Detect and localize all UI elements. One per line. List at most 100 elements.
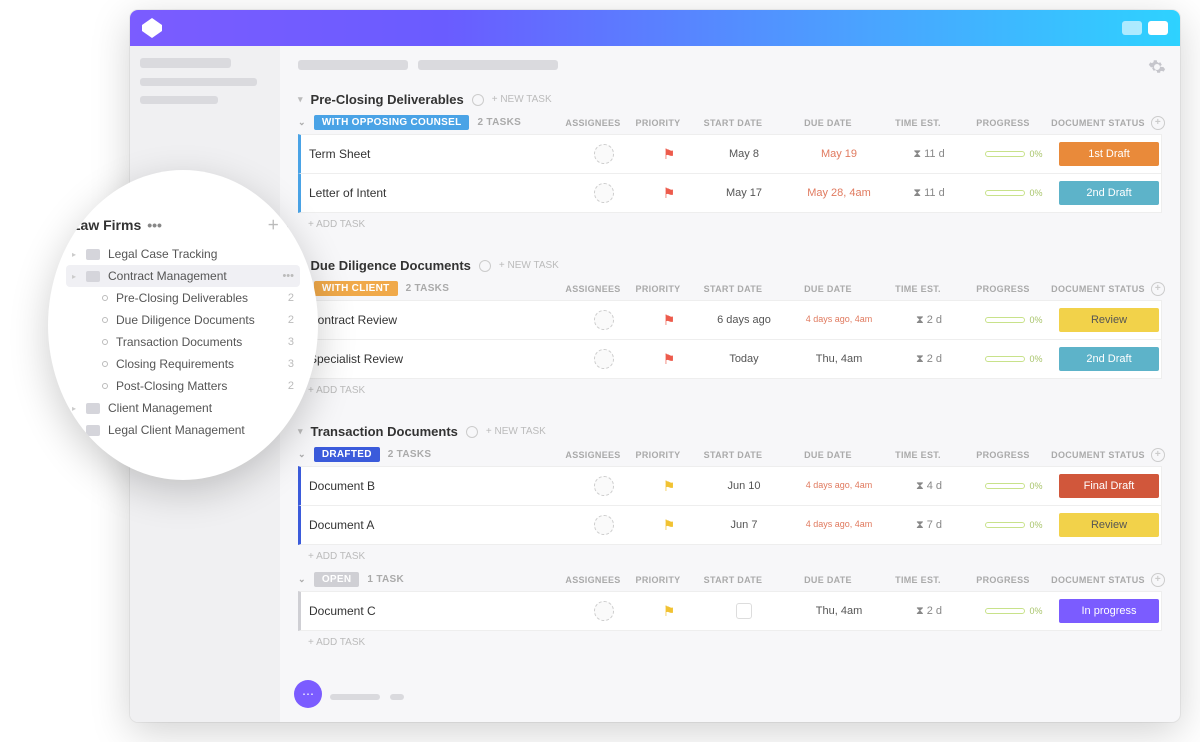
status-badge[interactable]: WITH CLIENT xyxy=(314,281,398,296)
priority-flag-icon[interactable]: ⚑ xyxy=(639,517,699,534)
document-status[interactable]: In progress xyxy=(1059,599,1159,623)
time-estimate[interactable]: ⧗ 11 d xyxy=(889,148,969,161)
add-task-button[interactable]: + ADD TASK xyxy=(298,379,1162,402)
priority-flag-icon[interactable]: ⚑ xyxy=(639,312,699,329)
task-row[interactable]: Specialist Review ⚑ Today Thu, 4am ⧗ 2 d… xyxy=(298,340,1162,379)
assignee-placeholder-icon[interactable] xyxy=(594,515,614,535)
task-row[interactable]: Letter of Intent ⚑ May 17 May 28, 4am ⧗ … xyxy=(298,174,1162,213)
task-row[interactable]: Contract Review ⚑ 6 days ago 4 days ago,… xyxy=(298,300,1162,340)
assignee-placeholder-icon[interactable] xyxy=(594,144,614,164)
progress[interactable]: 0% xyxy=(969,315,1059,325)
more-icon[interactable]: ••• xyxy=(147,217,162,233)
time-estimate[interactable]: ⧗ 2 d xyxy=(889,353,969,366)
sidebar-bubble: Law Firms ••• ＋ ⌕ ▸Legal Case Tracking▸C… xyxy=(48,170,318,480)
document-status[interactable]: 2nd Draft xyxy=(1059,181,1159,205)
info-icon[interactable] xyxy=(472,94,484,106)
start-date[interactable]: 6 days ago xyxy=(699,314,789,326)
document-status[interactable]: Review xyxy=(1059,308,1159,332)
chat-icon[interactable]: ⋯ xyxy=(294,680,322,708)
add-task-button[interactable]: + ADD TASK xyxy=(298,213,1162,236)
priority-flag-icon[interactable]: ⚑ xyxy=(639,185,699,202)
add-column-icon[interactable]: + xyxy=(1151,282,1165,296)
time-estimate[interactable]: ⧗ 2 d xyxy=(889,605,969,618)
progress[interactable]: 0% xyxy=(969,606,1059,616)
add-column-icon[interactable]: + xyxy=(1151,448,1165,462)
new-task-button[interactable]: + NEW TASK xyxy=(492,94,552,105)
add-task-button[interactable]: + ADD TASK xyxy=(298,631,1162,654)
task-name: Document B xyxy=(309,479,569,493)
task-row[interactable]: Document C ⚑ Thu, 4am ⧗ 2 d 0% In progre… xyxy=(298,591,1162,631)
due-date[interactable]: 4 days ago, 4am xyxy=(789,520,889,530)
due-date[interactable]: May 19 xyxy=(789,148,889,160)
start-date[interactable]: May 17 xyxy=(699,187,789,199)
priority-flag-icon[interactable]: ⚑ xyxy=(639,603,699,620)
space-header[interactable]: Law Firms ••• ＋ ⌕ xyxy=(72,216,294,233)
assignee-placeholder-icon[interactable] xyxy=(594,476,614,496)
task-row[interactable]: Term Sheet ⚑ May 8 May 19 ⧗ 11 d 0% 1st … xyxy=(298,134,1162,174)
list-row[interactable]: Pre-Closing Deliverables2 xyxy=(98,287,294,309)
assignee-placeholder-icon[interactable] xyxy=(594,183,614,203)
assignee-placeholder-icon[interactable] xyxy=(594,601,614,621)
add-column-icon[interactable]: + xyxy=(1151,573,1165,587)
time-estimate[interactable]: ⧗ 7 d xyxy=(889,519,969,532)
list-row[interactable]: Due Diligence Documents2 xyxy=(98,309,294,331)
progress[interactable]: 0% xyxy=(969,149,1059,159)
due-date[interactable]: May 28, 4am xyxy=(789,187,889,199)
due-date[interactable]: 4 days ago, 4am xyxy=(789,315,889,325)
list-row[interactable]: Closing Requirements3 xyxy=(98,353,294,375)
document-status[interactable]: Review xyxy=(1059,513,1159,537)
time-estimate[interactable]: ⧗ 11 d xyxy=(889,187,969,200)
due-date[interactable]: Thu, 4am xyxy=(789,353,889,365)
info-icon[interactable] xyxy=(479,260,491,272)
folder-row[interactable]: ▸Contract Management••• xyxy=(66,265,300,287)
priority-flag-icon[interactable]: ⚑ xyxy=(639,146,699,163)
progress[interactable]: 0% xyxy=(969,188,1059,198)
due-date[interactable]: Thu, 4am xyxy=(789,605,889,617)
add-task-button[interactable]: + ADD TASK xyxy=(298,545,1162,568)
collapse-icon[interactable]: ⌄ xyxy=(298,449,306,460)
section-title[interactable]: ▾Transaction Documents+ NEW TASK xyxy=(298,424,1162,439)
status-badge[interactable]: WITH OPPOSING COUNSEL xyxy=(314,115,470,130)
status-badge[interactable]: OPEN xyxy=(314,572,360,587)
folder-row[interactable]: ▸Client Management xyxy=(72,397,294,419)
collapse-icon[interactable]: ⌄ xyxy=(298,117,306,128)
section-title[interactable]: ▾Pre-Closing Deliverables+ NEW TASK xyxy=(298,92,1162,107)
progress[interactable]: 0% xyxy=(969,481,1059,491)
time-estimate[interactable]: ⧗ 4 d xyxy=(889,480,969,493)
start-date[interactable]: Jun 7 xyxy=(699,519,789,531)
add-column-icon[interactable]: + xyxy=(1151,116,1165,130)
progress[interactable]: 0% xyxy=(969,520,1059,530)
priority-flag-icon[interactable]: ⚑ xyxy=(639,478,699,495)
calendar-icon[interactable] xyxy=(736,603,752,619)
section-title[interactable]: ▾Due Diligence Documents+ NEW TASK xyxy=(298,258,1162,273)
task-row[interactable]: Document A ⚑ Jun 7 4 days ago, 4am ⧗ 7 d… xyxy=(298,506,1162,545)
document-status[interactable]: 1st Draft xyxy=(1059,142,1159,166)
start-date[interactable]: May 8 xyxy=(699,148,789,160)
window-controls[interactable] xyxy=(1122,21,1168,35)
more-icon[interactable]: ••• xyxy=(282,270,294,282)
list-row[interactable]: Transaction Documents3 xyxy=(98,331,294,353)
start-date[interactable]: Today xyxy=(699,353,789,365)
folder-row[interactable]: ▸Legal Client Management xyxy=(72,419,294,441)
start-date[interactable] xyxy=(699,603,789,619)
settings-gear-icon[interactable] xyxy=(1148,58,1166,76)
task-name: Contract Review xyxy=(309,313,569,327)
collapse-icon[interactable]: ⌄ xyxy=(298,574,306,585)
status-badge[interactable]: DRAFTED xyxy=(314,447,380,462)
document-status[interactable]: 2nd Draft xyxy=(1059,347,1159,371)
due-date[interactable]: 4 days ago, 4am xyxy=(789,481,889,491)
task-row[interactable]: Document B ⚑ Jun 10 4 days ago, 4am ⧗ 4 … xyxy=(298,466,1162,506)
time-estimate[interactable]: ⧗ 2 d xyxy=(889,314,969,327)
start-date[interactable]: Jun 10 xyxy=(699,480,789,492)
list-row[interactable]: Post-Closing Matters2 xyxy=(98,375,294,397)
assignee-placeholder-icon[interactable] xyxy=(594,310,614,330)
new-task-button[interactable]: + NEW TASK xyxy=(486,426,546,437)
add-icon[interactable]: ＋ xyxy=(267,216,279,233)
folder-row[interactable]: ▸Legal Case Tracking xyxy=(72,243,294,265)
info-icon[interactable] xyxy=(466,426,478,438)
priority-flag-icon[interactable]: ⚑ xyxy=(639,351,699,368)
document-status[interactable]: Final Draft xyxy=(1059,474,1159,498)
progress[interactable]: 0% xyxy=(969,354,1059,364)
new-task-button[interactable]: + NEW TASK xyxy=(499,260,559,271)
assignee-placeholder-icon[interactable] xyxy=(594,349,614,369)
